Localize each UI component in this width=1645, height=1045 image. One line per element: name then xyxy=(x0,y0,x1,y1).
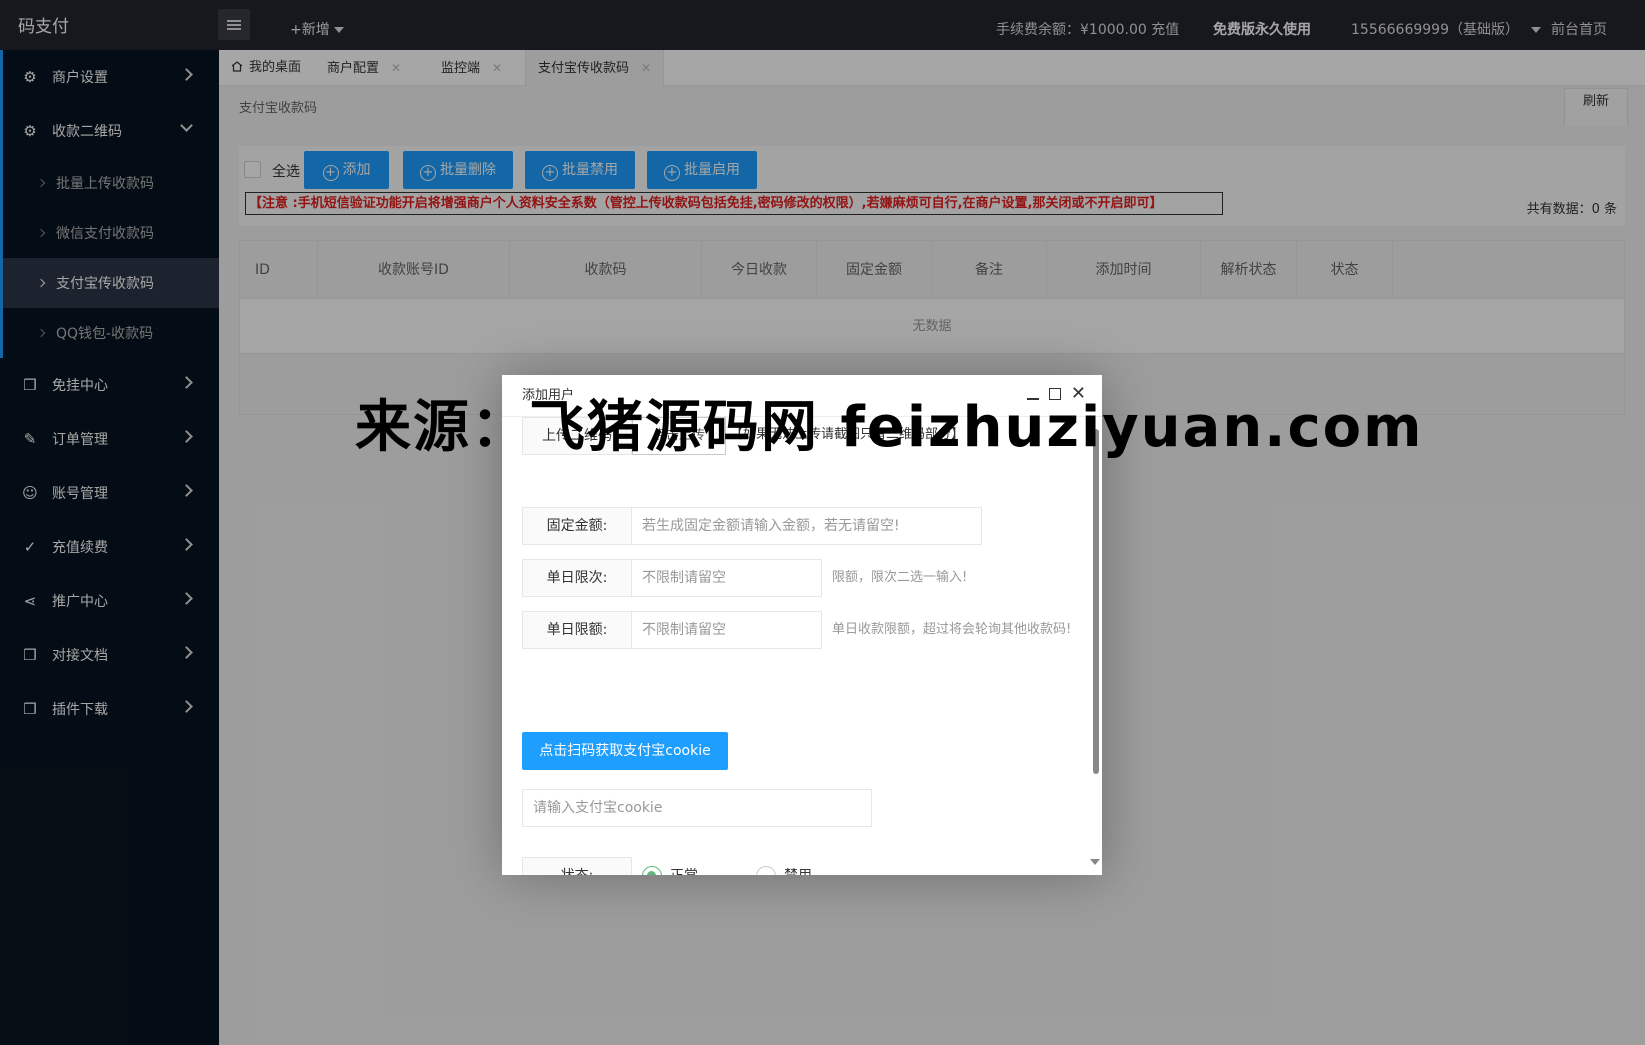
daily-count-hint: 限额，限次二选一输入! xyxy=(832,570,968,585)
daily-count-input[interactable]: 不限制请留空 xyxy=(632,559,822,597)
daily-amount-input[interactable]: 不限制请留空 xyxy=(632,611,822,649)
fixed-amount-row: 固定金额: 若生成固定金额请输入金额，若无请留空! xyxy=(522,507,982,545)
scroll-down-icon[interactable] xyxy=(1090,859,1100,865)
radio-checked-icon xyxy=(642,866,662,875)
source-watermark: 来源：飞猪源码网 feizhuziyuan.com xyxy=(355,395,1424,460)
radio-unchecked-icon xyxy=(756,866,776,875)
daily-count-label: 单日限次: xyxy=(522,559,632,597)
cookie-input[interactable]: 请输入支付宝cookie xyxy=(522,789,872,827)
fixed-amount-input[interactable]: 若生成固定金额请输入金额，若无请留空! xyxy=(632,507,982,545)
daily-amount-hint: 单日收款限额，超过将会轮询其他收款码! xyxy=(832,622,1072,637)
dialog-scrollbar[interactable] xyxy=(1093,429,1099,774)
daily-amount-row: 单日限额: 不限制请留空 单日收款限额，超过将会轮询其他收款码! xyxy=(522,611,1071,649)
status-label: 状态: xyxy=(522,857,632,875)
status-normal-radio[interactable]: 正常 xyxy=(642,857,698,875)
scan-cookie-button[interactable]: 点击扫码获取支付宝cookie xyxy=(522,732,728,770)
status-disabled-radio[interactable]: 禁用 xyxy=(756,857,812,875)
fixed-amount-label: 固定金额: xyxy=(522,507,632,545)
daily-count-row: 单日限次: 不限制请留空 限额，限次二选一输入! xyxy=(522,559,967,597)
daily-amount-label: 单日限额: xyxy=(522,611,632,649)
radio-label: 禁用 xyxy=(784,857,812,875)
dialog-body: 上传二维码 点击上传 【如果无法上传请截图只留二维码部分】 固定金额: 若生成固… xyxy=(502,417,1102,875)
radio-label: 正常 xyxy=(670,857,698,875)
status-row: 状态: 正常 禁用 xyxy=(522,857,812,875)
